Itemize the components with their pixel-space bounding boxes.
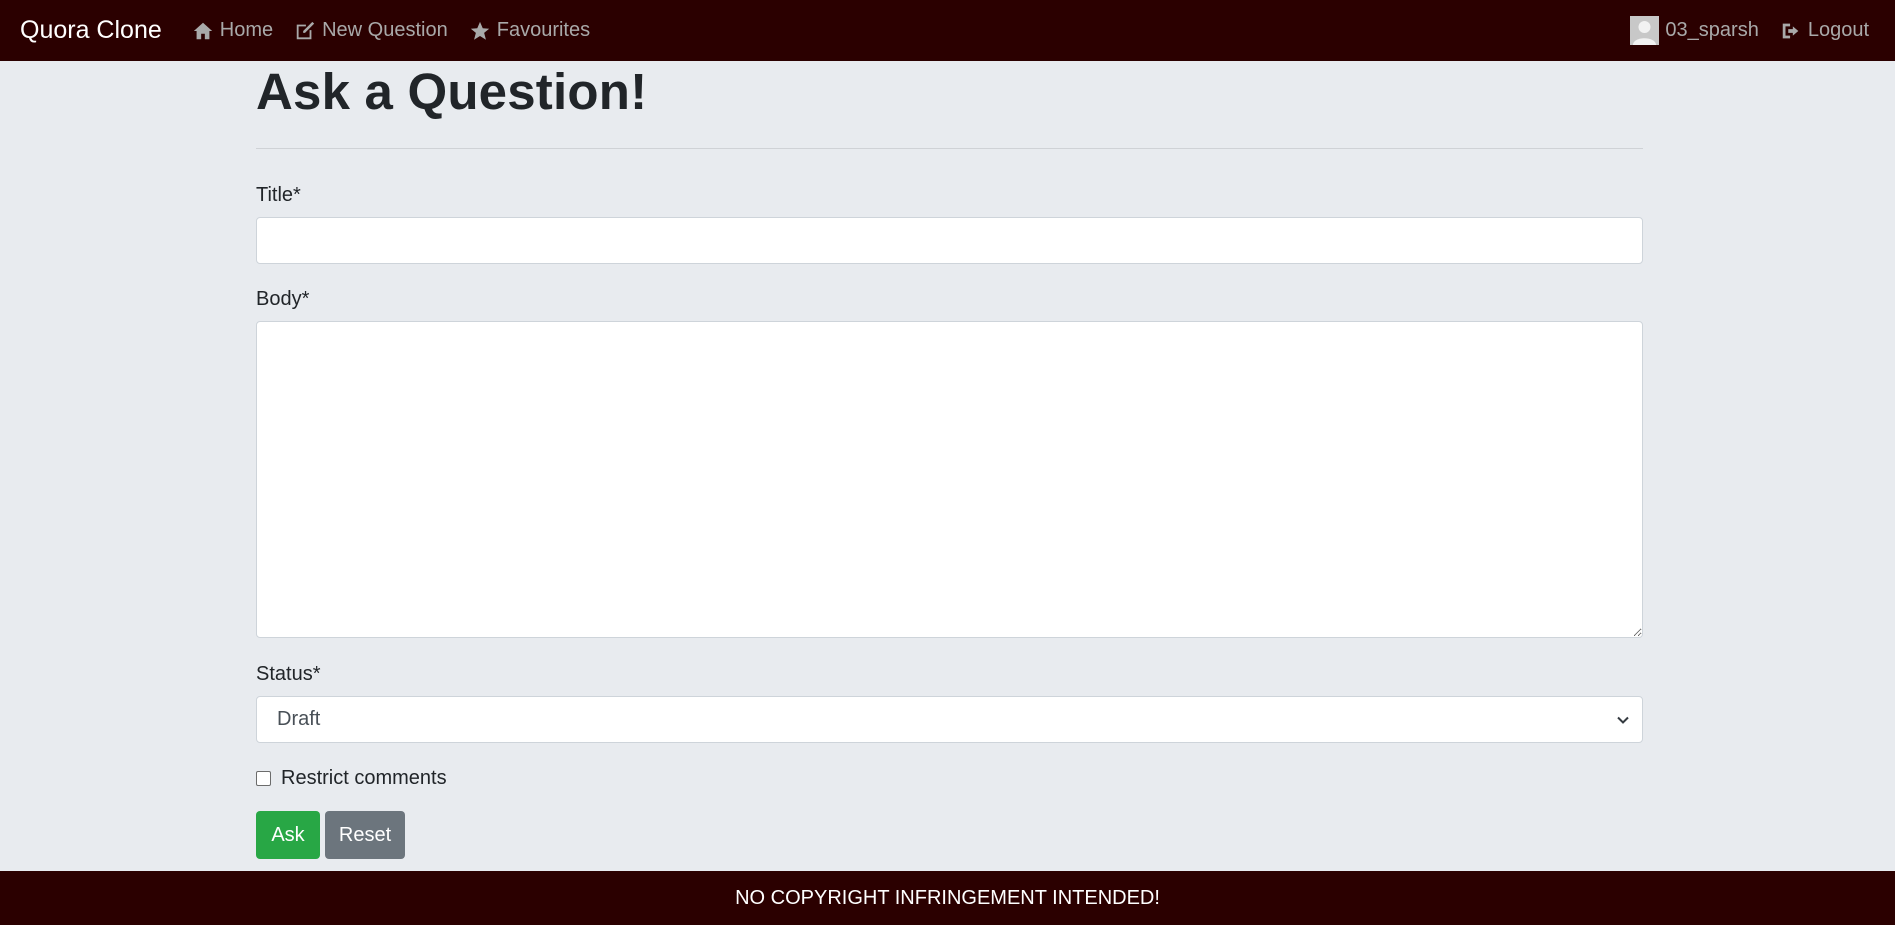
nav-new-question-link[interactable]: New Question	[294, 19, 448, 42]
body-label: Body*	[256, 288, 310, 310]
body-textarea[interactable]	[256, 321, 1643, 638]
nav-favourites-label: Favourites	[496, 19, 591, 41]
home-icon	[192, 20, 214, 42]
footer: NO COPYRIGHT INFRINGEMENT INTENDED!	[0, 871, 1895, 925]
top-navbar: Quora Clone Home New Question Favourites	[0, 0, 1895, 61]
username-label: 03_sparsh	[1665, 19, 1759, 41]
restrict-comments-label[interactable]: Restrict comments	[281, 767, 447, 790]
avatar	[1630, 16, 1660, 45]
ask-button[interactable]: Ask	[256, 811, 320, 859]
user-profile-link[interactable]: 03_sparsh	[1630, 16, 1759, 45]
footer-text: NO COPYRIGHT INFRINGEMENT INTENDED!	[735, 886, 1160, 909]
logout-label: Logout	[1807, 19, 1869, 41]
restrict-comments-checkbox[interactable]	[256, 771, 271, 786]
status-label: Status*	[256, 663, 321, 685]
nav-favourites-link[interactable]: Favourites	[469, 19, 590, 42]
page-title: Ask a Question!	[256, 63, 648, 120]
title-divider	[256, 148, 1643, 149]
status-select[interactable]: Draft	[256, 696, 1643, 743]
form-actions: Ask Reset	[256, 811, 1643, 859]
title-input[interactable]	[256, 217, 1643, 264]
edit-icon	[294, 20, 316, 42]
navbar-right: 03_sparsh Logout	[1630, 0, 1875, 61]
ask-question-form: Title* Body* Status* Draft Restrict comm…	[256, 184, 1643, 859]
chevron-down-icon	[1616, 713, 1630, 727]
status-selected-value: Draft	[277, 708, 321, 730]
star-icon	[469, 20, 491, 42]
reset-button[interactable]: Reset	[325, 811, 405, 859]
nav-new-question-label: New Question	[322, 19, 448, 41]
restrict-comments-row: Restrict comments	[256, 767, 1643, 790]
brand-link[interactable]: Quora Clone	[20, 16, 162, 45]
ask-question-container: Ask a Question! Title* Body* Status* Dra…	[256, 61, 1643, 859]
nav-home-label: Home	[219, 19, 274, 41]
title-label: Title*	[256, 184, 301, 206]
navbar-left: Quora Clone Home New Question Favourites	[20, 0, 611, 61]
logout-icon	[1780, 20, 1802, 42]
nav-home-link[interactable]: Home	[192, 19, 273, 42]
logout-link[interactable]: Logout	[1780, 19, 1869, 42]
